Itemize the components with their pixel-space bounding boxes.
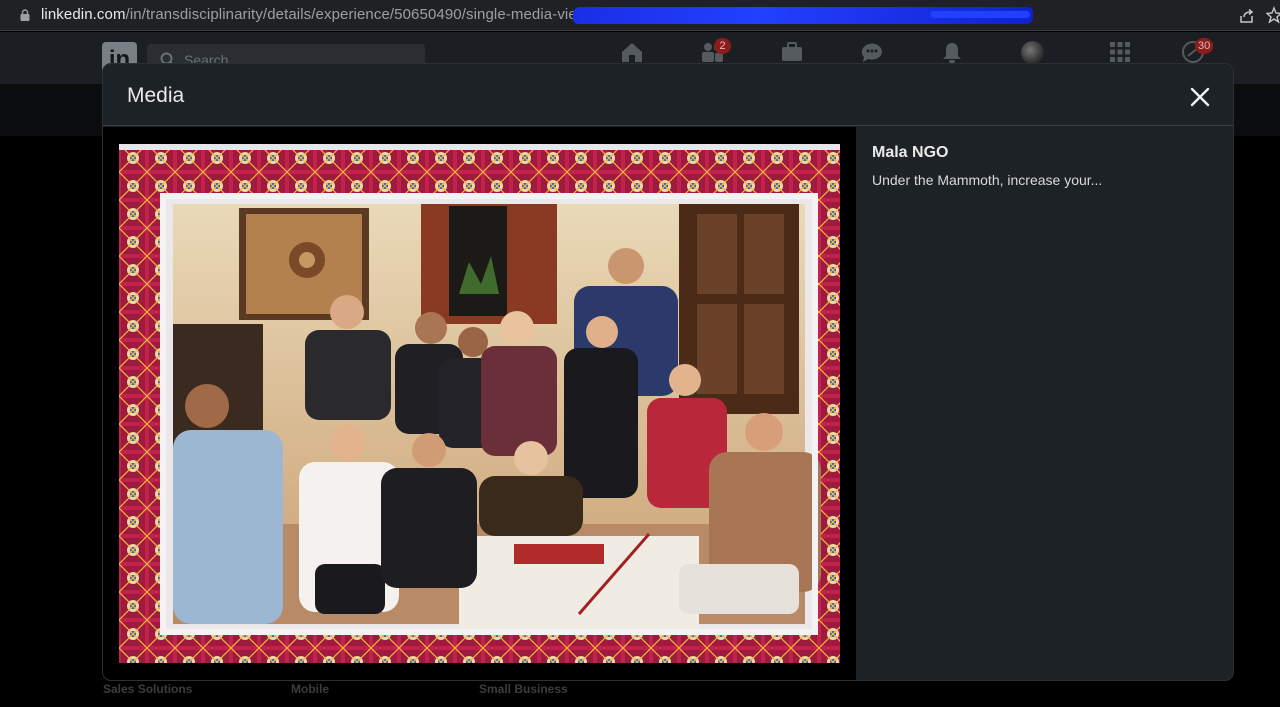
media-modal: Media Mala NGO Under the Mammoth, increa… [103,64,1233,680]
url-path: /in/transdisciplinarity/details/experien… [125,6,606,23]
modal-header: Media [103,64,1233,126]
messaging-icon[interactable] [860,41,884,63]
browser-address-bar: linkedin.com/in/transdisciplinarity/deta… [0,0,1280,31]
footer-link-mobile[interactable]: Mobile [291,682,329,696]
media-title: Mala NGO [872,144,949,161]
lock-icon [20,9,30,21]
jobs-icon[interactable] [780,41,804,63]
work-grid-icon[interactable] [1108,41,1132,63]
media-description: Under the Mammoth, increase your... [872,172,1103,188]
me-avatar[interactable] [1021,41,1044,64]
close-icon[interactable] [1187,84,1213,110]
modal-title: Media [127,84,185,107]
url-host: linkedin.com [41,6,126,23]
bookmark-star-icon[interactable] [1266,6,1280,24]
footer-link-sales-solutions[interactable]: Sales Solutions [103,682,192,696]
media-photo[interactable] [119,144,840,663]
url-redaction-tail [930,11,1030,18]
home-icon[interactable] [620,41,644,63]
share-icon[interactable] [1238,7,1255,24]
footer-link-small-business[interactable]: Small Business [479,682,568,696]
notifications-icon[interactable] [940,41,964,63]
notifications-count-badge: 30 [1195,38,1214,54]
my-network-badge: 2 [714,38,731,54]
url-field[interactable]: linkedin.com/in/transdisciplinarity/deta… [41,6,606,23]
media-viewer [103,127,856,680]
media-info-panel: Mala NGO Under the Mammoth, increase you… [856,127,1233,680]
